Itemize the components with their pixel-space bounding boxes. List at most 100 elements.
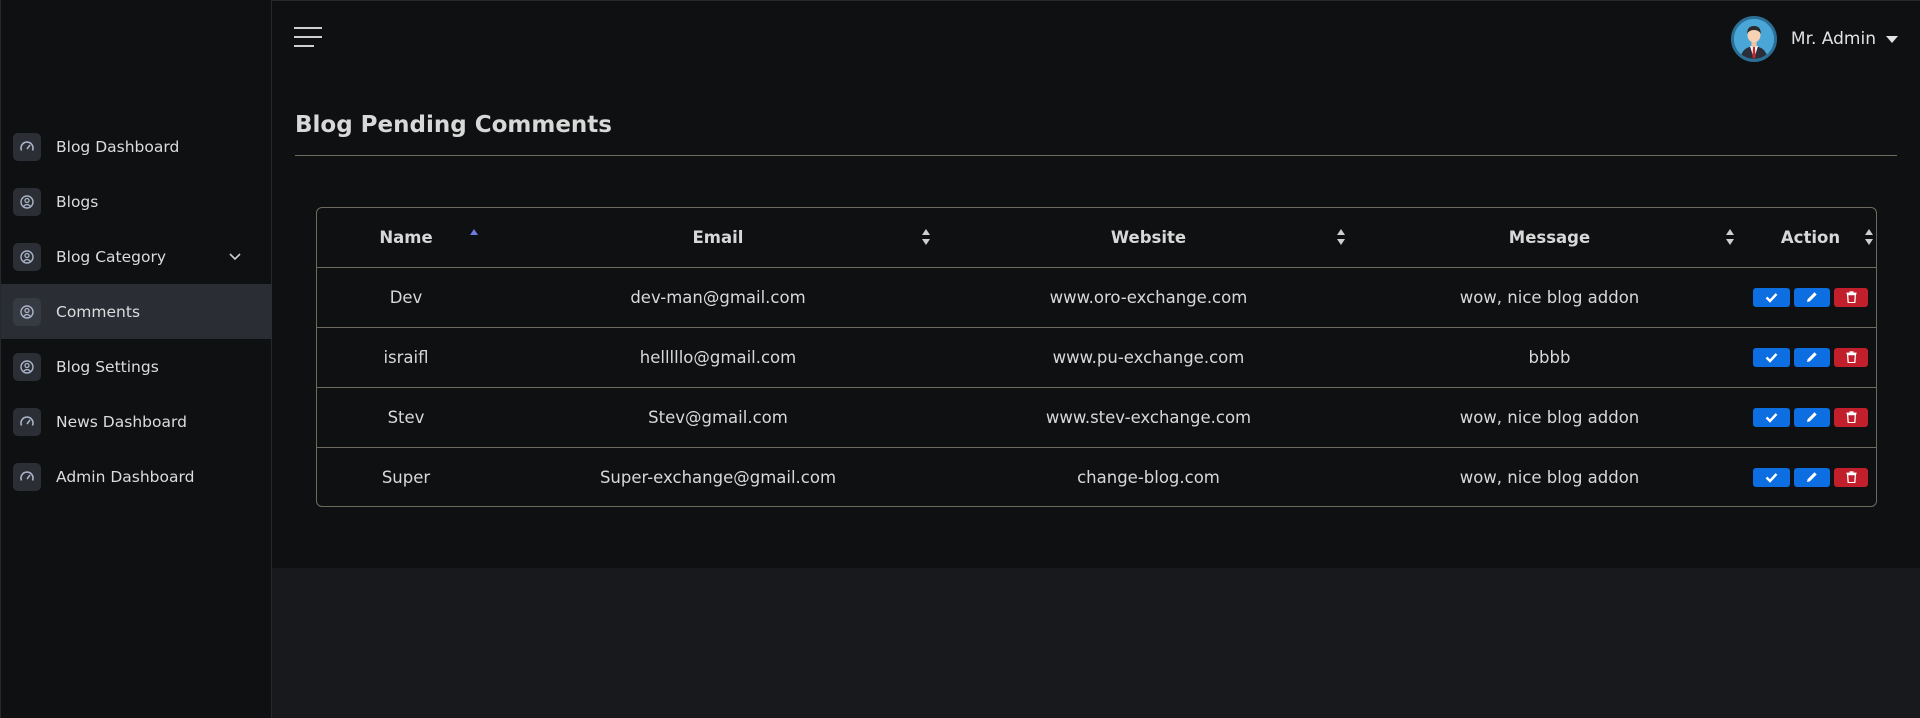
sidebar-item-label: Admin Dashboard [56,467,195,486]
chevron-down-icon[interactable] [228,251,242,263]
sidebar-item-label: Blog Dashboard [56,137,180,156]
comments-table: Name Email Website Message Action Dev de… [316,207,1877,507]
sort-icon [1726,229,1734,246]
cell-name: israifl [317,326,495,387]
sort-icon [1865,229,1873,246]
sort-icon [1337,229,1345,246]
pencil-icon [1807,292,1817,302]
cell-website: www.pu-exchange.com [941,326,1356,387]
user-circle-icon [13,297,41,326]
cell-email: dev-man@gmail.com [495,266,941,327]
sidebar-item-label: Comments [56,302,141,321]
trash-icon [1846,351,1856,363]
cell-message: bbbb [1356,326,1743,387]
sidebar-item-label: Blogs [56,192,99,211]
avatar [1730,16,1777,62]
delete-button[interactable] [1834,347,1868,367]
sidebar-item-label: Blog Category [56,247,166,266]
column-header-action[interactable]: Action [1743,208,1876,267]
column-header-name[interactable]: Name [317,208,495,267]
sidebar-item-blog-settings[interactable]: Blog Settings [1,339,272,394]
caret-down-icon [1886,35,1898,43]
menu-toggle-button[interactable] [294,26,322,50]
column-header-label: Message [1508,227,1591,247]
column-header-label: Action [1780,227,1841,247]
column-header-website[interactable]: Website [941,208,1356,267]
pencil-icon [1807,472,1817,483]
cell-actions [1743,326,1876,387]
cell-email: Stev@gmail.com [495,386,941,447]
user-circle-icon [13,187,41,216]
sort-icon [922,229,930,246]
sort-asc-icon [470,229,478,236]
hamburger-line [294,27,322,29]
check-icon [1765,472,1778,483]
hamburger-line [294,36,322,38]
sidebar-item-comments[interactable]: Comments [1,284,272,339]
column-header-email[interactable]: Email [495,208,941,267]
edit-button[interactable] [1794,407,1830,427]
table-row: Dev dev-man@gmail.com www.oro-exchange.c… [317,266,1876,327]
edit-button[interactable] [1794,287,1830,307]
cell-email: Super-exchange@gmail.com [495,446,941,506]
dashboard-icon [13,407,41,436]
trash-icon [1846,471,1856,484]
cell-message: wow, nice blog addon [1356,266,1743,327]
column-header-message[interactable]: Message [1356,208,1743,267]
cell-name: Stev [317,386,495,447]
user-avatar-icon [1733,19,1774,59]
delete-button[interactable] [1834,467,1868,487]
user-circle-icon [13,352,41,381]
cell-website: www.oro-exchange.com [941,266,1356,327]
sidebar-nav: Blog Dashboard Blogs Blog Category Comme… [1,119,272,504]
cell-actions [1743,446,1876,506]
pencil-icon [1807,352,1817,362]
check-icon [1765,352,1778,363]
column-header-label: Email [692,227,744,247]
check-icon [1765,412,1778,423]
sidebar-item-admin-dashboard[interactable]: Admin Dashboard [1,449,272,504]
sidebar-item-label: News Dashboard [56,412,187,431]
delete-button[interactable] [1834,287,1868,307]
sidebar-item-label: Blog Settings [56,357,159,376]
cell-name: Dev [317,266,495,327]
main-content: Mr. Admin Blog Pending Comments Name Ema… [272,0,1920,568]
column-header-label: Website [1110,227,1187,247]
user-circle-icon [13,242,41,271]
divider [295,155,1897,156]
table-header-row: Name Email Website Message Action [317,208,1876,267]
user-menu[interactable]: Mr. Admin [1730,15,1898,63]
edit-button[interactable] [1794,467,1830,487]
cell-message: wow, nice blog addon [1356,386,1743,447]
cell-actions [1743,386,1876,447]
sidebar-item-news-dashboard[interactable]: News Dashboard [1,394,272,449]
approve-button[interactable] [1753,467,1790,487]
cell-name: Super [317,446,495,506]
table-row: Stev Stev@gmail.com www.stev-exchange.co… [317,386,1876,447]
table-row: Super Super-exchange@gmail.com change-bl… [317,446,1876,506]
trash-icon [1846,291,1856,303]
cell-website: change-blog.com [941,446,1356,506]
sidebar: Blog Dashboard Blogs Blog Category Comme… [0,0,272,718]
delete-button[interactable] [1834,407,1868,427]
pencil-icon [1807,412,1817,422]
approve-button[interactable] [1753,407,1790,427]
page-title: Blog Pending Comments [295,112,612,138]
dashboard-icon [13,462,41,491]
trash-icon [1846,411,1856,423]
approve-button[interactable] [1753,287,1790,307]
cell-website: www.stev-exchange.com [941,386,1356,447]
sidebar-item-blogs[interactable]: Blogs [1,174,272,229]
dashboard-icon [13,132,41,161]
edit-button[interactable] [1794,347,1830,367]
check-icon [1765,292,1778,303]
cell-message: wow, nice blog addon [1356,446,1743,506]
cell-email: helllllo@gmail.com [495,326,941,387]
sidebar-item-blog-dashboard[interactable]: Blog Dashboard [1,119,272,174]
column-header-label: Name [379,227,433,247]
approve-button[interactable] [1753,347,1790,367]
hamburger-line [294,45,314,47]
user-name: Mr. Admin [1790,29,1876,49]
table-row: israifl helllllo@gmail.com www.pu-exchan… [317,326,1876,387]
sidebar-item-blog-category[interactable]: Blog Category [1,229,272,284]
